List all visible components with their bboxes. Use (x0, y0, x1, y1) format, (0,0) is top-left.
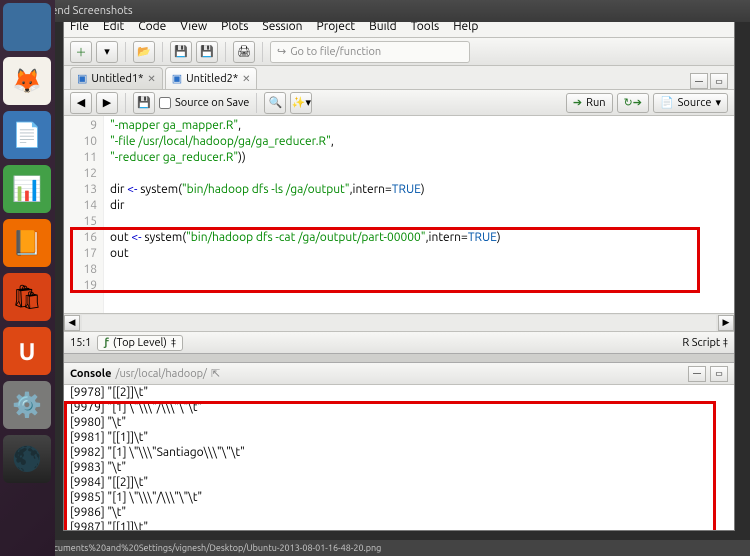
launcher-item-eclipse[interactable]: 🌑 (3, 435, 51, 483)
back-button[interactable]: ◀ (70, 92, 92, 114)
scope-label: (Top Level) (113, 337, 167, 349)
maximize-console-button[interactable]: ▭ (710, 366, 728, 382)
editor-horizontal-scrollbar[interactable]: ◀ ▶ (64, 313, 734, 331)
scroll-right-button[interactable]: ▶ (718, 315, 734, 331)
chevron-down-icon: ▾ (715, 96, 721, 109)
separator (125, 42, 126, 62)
launcher-item-dash[interactable] (3, 3, 51, 51)
language-mode[interactable]: R Script ‡ (682, 337, 728, 349)
goto-file-function[interactable]: ↪ Go to file/function (270, 41, 470, 63)
window-titlebar: RStudio end Screenshots (0, 0, 750, 22)
forward-button[interactable]: ▶ (96, 92, 118, 114)
minimize-console-button[interactable]: — (688, 366, 706, 382)
rerun-icon: ↻➔ (624, 96, 642, 109)
separator (262, 42, 263, 62)
console-header: Console /usr/local/hadoop/ ⇱ — ▭ (64, 363, 734, 385)
goto-placeholder: Go to file/function (290, 46, 381, 58)
document-icon: ▣ (77, 72, 87, 85)
run-icon: ➔ (573, 96, 582, 109)
close-icon[interactable]: ✕ (242, 73, 250, 85)
goto-icon: ↪ (277, 45, 286, 58)
close-icon[interactable]: ✕ (147, 73, 155, 85)
editor-toolbar: ◀ ▶ 💾 Source on Save 🔍 ✨▾ ➔ Run ↻➔ 📄 Sourc… (64, 90, 734, 116)
open-file-button[interactable]: 📂 (133, 41, 155, 63)
source-tabs: ▣ Untitled1* ✕ ▣ Untitled2* ✕ — ▭ (64, 66, 734, 90)
scroll-left-button[interactable]: ◀ (64, 315, 80, 331)
separator (256, 93, 257, 113)
tab-label: Untitled2* (186, 73, 238, 85)
console-output[interactable]: [9978] "[[2]]\t"[9979] "[1] \"\\\"/\\\"\… (64, 385, 734, 530)
launcher-item-writer[interactable]: 📄 (3, 111, 51, 159)
launcher-item-impress[interactable]: 📙 (3, 219, 51, 267)
console-path: /usr/local/hadoop/ (115, 368, 207, 380)
save-all-button[interactable]: 💾 (196, 41, 218, 63)
launcher-item-firefox[interactable]: 🦊 (3, 57, 51, 105)
unity-launcher: 🦊 📄 📊 📙 🛍 U ⚙️ 🌑 (0, 0, 55, 556)
launcher-item-calc[interactable]: 📊 (3, 165, 51, 213)
separator (225, 42, 226, 62)
save-doc-button[interactable]: 💾 (133, 92, 155, 114)
rstudio-window: File Edit Code View Plots Session Projec… (63, 15, 735, 531)
console-title: Console (70, 368, 111, 380)
source-icon: 📄 (660, 96, 674, 109)
new-project-button[interactable]: ▾ (96, 41, 118, 63)
code-area[interactable]: "-mapper ga_mapper.R","-file /usr/local/… (104, 116, 734, 313)
editor-status-bar: 15:1 ƒ (Top Level) ‡ R Script ‡ (64, 331, 734, 353)
tab-untitled1[interactable]: ▣ Untitled1* ✕ (70, 67, 163, 89)
code-editor[interactable]: 910111213141516171819 "-mapper ga_mapper… (64, 116, 734, 313)
chevron-down-icon: ‡ (171, 337, 176, 349)
source-label: Source (678, 97, 712, 109)
chevron-down-icon: ‡ (723, 337, 728, 349)
scroll-track[interactable] (82, 315, 716, 331)
wand-button[interactable]: ✨▾ (290, 92, 312, 114)
source-on-save[interactable]: Source on Save (159, 97, 249, 109)
tab-untitled2[interactable]: ▣ Untitled2* ✕ (165, 67, 258, 89)
pane-divider[interactable] (64, 353, 734, 363)
language-label: R Script (682, 337, 720, 349)
new-file-button[interactable]: ＋ (70, 41, 92, 63)
source-button[interactable]: 📄 Source▾ (653, 93, 728, 113)
print-button[interactable]: 🖨 (233, 41, 255, 63)
line-gutter: 910111213141516171819 (64, 116, 104, 313)
source-on-save-label: Source on Save (175, 97, 249, 109)
launcher-item-software[interactable]: 🛍 (3, 273, 51, 321)
source-on-save-checkbox[interactable] (159, 97, 171, 109)
run-button[interactable]: ➔ Run (566, 93, 613, 113)
path-popout-icon[interactable]: ⇱ (211, 367, 220, 380)
maximize-pane-button[interactable]: ▭ (710, 73, 728, 89)
function-icon: ƒ (104, 337, 109, 349)
minimize-pane-button[interactable]: — (690, 73, 708, 89)
source-pane: ◀ ▶ 💾 Source on Save 🔍 ✨▾ ➔ Run ↻➔ 📄 Sourc… (64, 90, 734, 353)
launcher-item-ubuntu-one[interactable]: U (3, 327, 51, 375)
tab-label: Untitled1* (91, 73, 143, 85)
launcher-item-settings[interactable]: ⚙️ (3, 381, 51, 429)
rerun-button[interactable]: ↻➔ (617, 93, 649, 113)
save-button[interactable]: 💾 (170, 41, 192, 63)
find-button[interactable]: 🔍 (264, 92, 286, 114)
document-icon: ▣ (172, 72, 182, 85)
scope-picker[interactable]: ƒ (Top Level) ‡ (97, 335, 183, 351)
footer-statusbar: file:///C:/Documents%20and%20Settings/vi… (0, 540, 750, 556)
separator (125, 93, 126, 113)
cursor-position: 15:1 (70, 337, 91, 349)
main-toolbar: ＋ ▾ 📂 💾 💾 🖨 ↪ Go to file/function (64, 38, 734, 66)
run-label: Run (586, 97, 605, 109)
separator (162, 42, 163, 62)
